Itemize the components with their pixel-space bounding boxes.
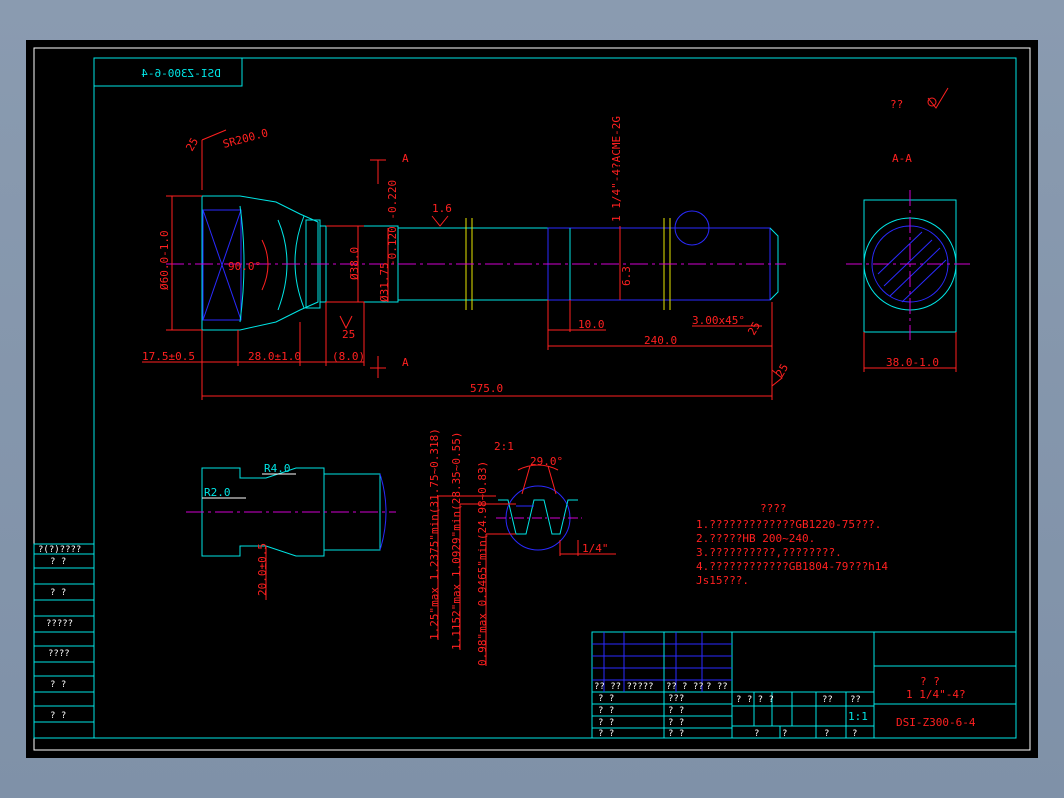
svg-text:? ??: ? ?? — [682, 682, 704, 692]
svg-text:4.????????????GB1804-79???h14: 4.????????????GB1804-79???h14 — [696, 560, 888, 573]
technical-notes: ???? 1.?????????????GB1220-75???. 2.????… — [696, 502, 888, 587]
svg-text:2.?????HB 200~240.: 2.?????HB 200~240. — [696, 532, 815, 545]
svg-text:? ?: ? ? — [598, 729, 614, 739]
svg-text:1/4": 1/4" — [582, 542, 609, 555]
svg-text:Ø31.75: Ø31.75 — [378, 262, 391, 302]
svg-text:?????: ????? — [46, 619, 73, 629]
outer-frame — [33, 47, 1031, 751]
svg-text:?: ? — [824, 729, 829, 739]
cad-drawing-canvas[interactable]: DSI-Z300-6-4 SR200.0 25 Ø60.0-1.0 90.0° … — [26, 40, 1038, 758]
svg-text:?? ?? ?????: ?? ?? ????? — [594, 682, 654, 692]
svg-text:90.0°: 90.0° — [228, 260, 261, 273]
drawing-number: DSI-Z300-6-4 — [896, 716, 976, 729]
svg-text:??: ?? — [822, 695, 833, 705]
svg-text:??: ?? — [850, 695, 861, 705]
svg-text:? ? ? ?: ? ? ? ? — [736, 695, 774, 705]
part-name-line2: 1 1/4"-4? — [906, 688, 966, 701]
svg-text:R2.0: R2.0 — [204, 486, 231, 499]
svg-text:0.98"max 0.9465"min(24.98~0.83: 0.98"max 0.9465"min(24.98~0.83) — [476, 461, 489, 666]
svg-text:20.0±0.5: 20.0±0.5 — [256, 543, 269, 596]
svg-text:25: 25 — [342, 328, 355, 341]
section-aa-view: A-A 38.0-1.0 — [846, 152, 974, 372]
svg-text:? ?: ? ? — [668, 706, 684, 716]
svg-text:??: ?? — [666, 682, 677, 692]
svg-text:A: A — [402, 152, 409, 165]
part-name-line1: ? ? — [920, 675, 940, 688]
svg-text:25: 25 — [183, 136, 201, 154]
svg-text:-0.120 -0.220: -0.120 -0.220 — [386, 180, 399, 266]
svg-text:? ?: ? ? — [668, 718, 684, 728]
svg-text:575.0: 575.0 — [470, 382, 503, 395]
svg-text:???: ??? — [668, 694, 684, 704]
svg-text:1.?????????????GB1220-75???.: 1.?????????????GB1220-75???. — [696, 518, 881, 531]
svg-text:? ?: ? ? — [50, 557, 66, 567]
inner-border — [93, 57, 1017, 739]
svg-text:29.0°: 29.0° — [530, 455, 563, 468]
svg-text:A: A — [402, 356, 409, 369]
detail-view-neck: R4.0 R2.0 20.0±0.5 — [186, 462, 396, 600]
left-strip-table: ?(?)???? ? ? ? ? ????? ???? ? ? ? ? — [33, 543, 95, 739]
svg-text:?(?)????: ?(?)???? — [38, 545, 81, 555]
svg-text:25: 25 — [773, 362, 791, 380]
svg-text:6.3: 6.3 — [620, 266, 633, 286]
svg-text:17.5±0.5: 17.5±0.5 — [142, 350, 195, 363]
svg-text:? ?: ? ? — [50, 588, 66, 598]
svg-text:?: ? — [754, 729, 759, 739]
svg-text:1 1/4"-4?ACME-2G: 1 1/4"-4?ACME-2G — [610, 116, 623, 222]
svg-text:38.0-1.0: 38.0-1.0 — [886, 356, 939, 369]
roughness-symbol-label: ?? — [890, 98, 903, 111]
svg-text:240.0: 240.0 — [644, 334, 677, 347]
svg-text:?: ? — [782, 729, 787, 739]
svg-text:? ?: ? ? — [598, 718, 614, 728]
svg-text:1.1152"max 1.0929"min(28.35~0.: 1.1152"max 1.0929"min(28.35~0.55) — [450, 431, 463, 650]
cad-drawing-svg[interactable]: DSI-Z300-6-4 SR200.0 25 Ø60.0-1.0 90.0° … — [26, 40, 1038, 758]
svg-text:28.0±1.0: 28.0±1.0 — [248, 350, 301, 363]
main-dimensions: SR200.0 25 Ø60.0-1.0 90.0° Ø38.0 Ø31.75 … — [142, 116, 791, 400]
svg-text:? ?: ? ? — [668, 729, 684, 739]
svg-text:Js15???.: Js15???. — [696, 574, 749, 587]
svg-text:? ??: ? ?? — [706, 682, 728, 692]
svg-text:A-A: A-A — [892, 152, 912, 165]
svg-text:2:1: 2:1 — [494, 440, 514, 453]
thread-detail-view: 2:1 29.0° 1/4" 1.25"max 1.2375"min(31.75… — [428, 428, 616, 666]
svg-text:? ?: ? ? — [50, 711, 66, 721]
notes-title: ???? — [760, 502, 787, 515]
svg-text:1.25"max 1.2375"min(31.75~0.31: 1.25"max 1.2375"min(31.75~0.318) — [428, 428, 441, 640]
svg-text:R4.0: R4.0 — [264, 462, 291, 475]
svg-text:? ?: ? ? — [598, 706, 614, 716]
svg-text:????: ???? — [48, 649, 70, 659]
svg-text:Ø60.0-1.0: Ø60.0-1.0 — [158, 230, 171, 290]
svg-text:SR200.0: SR200.0 — [221, 126, 269, 151]
svg-text:?: ? — [852, 729, 857, 739]
mirrored-title: DSI-Z300-6-4 — [141, 67, 221, 80]
svg-text:? ?: ? ? — [598, 694, 614, 704]
svg-text:(8.0): (8.0) — [332, 350, 365, 363]
svg-text:10.0: 10.0 — [578, 318, 605, 331]
svg-text:3.00x45°: 3.00x45° — [692, 314, 745, 327]
svg-text:? ?: ? ? — [50, 680, 66, 690]
title-block: ?? ?? ????? ?? ? ?? ? ?? ? ? ? ? ?? ?? ?… — [591, 631, 1017, 739]
svg-text:3.??????????,????????.: 3.??????????,????????. — [696, 546, 842, 559]
svg-text:Ø38.0: Ø38.0 — [348, 247, 361, 280]
svg-text:1.6: 1.6 — [432, 202, 452, 215]
scale-text: 1:1 — [848, 710, 868, 723]
svg-text:25: 25 — [745, 320, 763, 338]
